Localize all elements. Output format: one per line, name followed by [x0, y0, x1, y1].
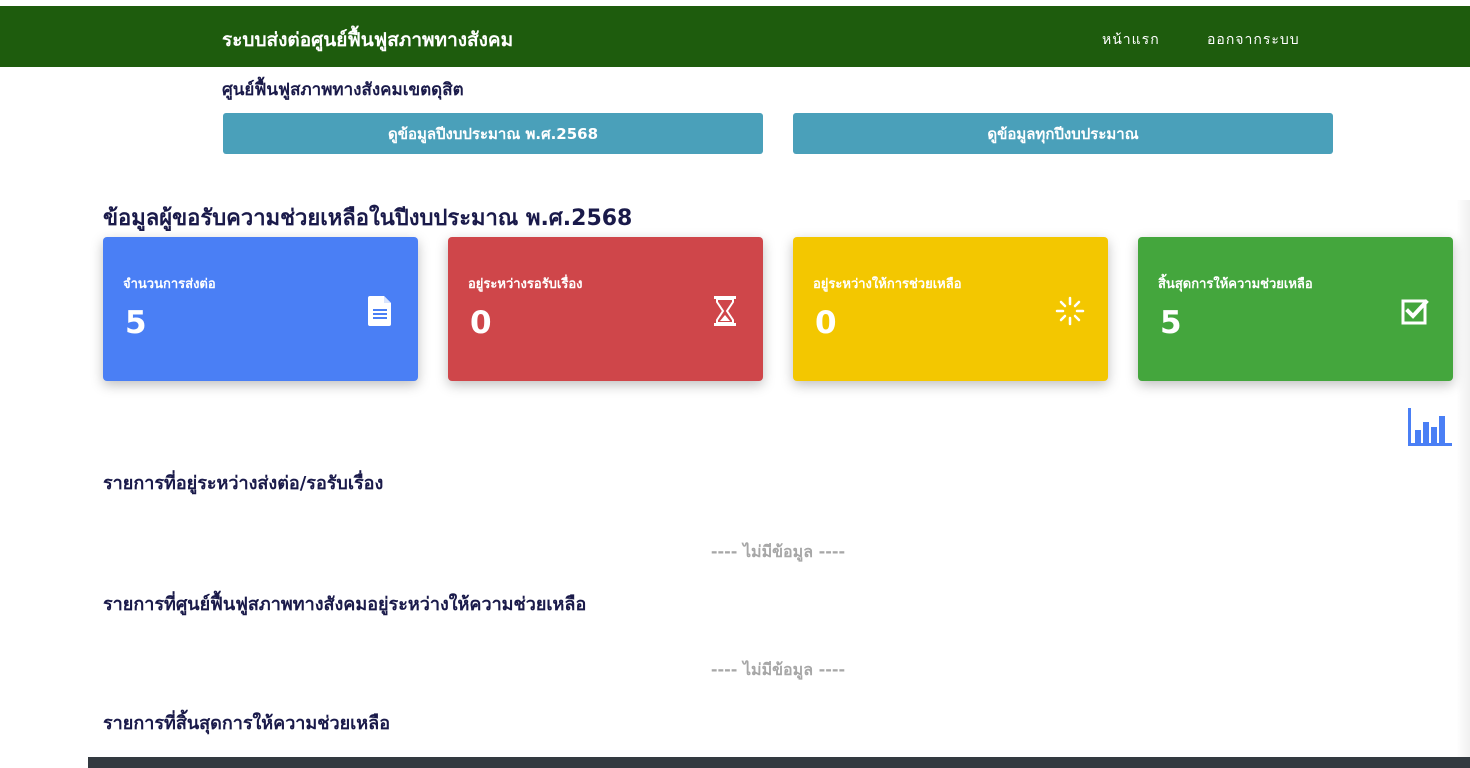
- section-title: ข้อมูลผู้ขอรับความช่วยเหลือในปีงบประมาณ …: [103, 206, 633, 231]
- nav-logout-link[interactable]: ออกจากระบบ: [1207, 29, 1300, 51]
- view-current-year-button[interactable]: ดูข้อมูลปีงบประมาณ พ.ศ.2568: [223, 113, 763, 154]
- card-label: จำนวนการส่งต่อ: [123, 277, 216, 292]
- table-header-bar: [88, 757, 1470, 768]
- card-label: สิ้นสุดการให้ความช่วยเหลือ: [1158, 277, 1313, 292]
- completed-assistance-card: สิ้นสุดการให้ความช่วยเหลือ 5: [1138, 237, 1453, 381]
- document-icon: [368, 296, 391, 326]
- hourglass-icon: [714, 296, 736, 326]
- in-assistance-empty-message: ---- ไม่มีข้อมูล ----: [710, 660, 846, 679]
- pending-list-heading: รายการที่อยู่ระหว่างส่งต่อ/รอรับเรื่อง: [103, 473, 384, 494]
- scroll-shadow: [1456, 200, 1470, 757]
- center-name: ศูนย์ฟื้นฟูสภาพทางสังคมเขตดุสิต: [222, 80, 464, 100]
- card-label: อยู่ระหว่างรอรับเรื่อง: [468, 277, 583, 292]
- top-navbar: ระบบส่งต่อศูนย์ฟื้นฟูสภาพทางสังคม หน้าแร…: [0, 6, 1470, 67]
- card-value: 0: [470, 305, 492, 341]
- card-value: 0: [815, 305, 837, 341]
- referral-count-card: จำนวนการส่งต่อ 5: [103, 237, 418, 381]
- app-title[interactable]: ระบบส่งต่อศูนย์ฟื้นฟูสภาพทางสังคม: [222, 25, 513, 55]
- in-assistance-list-heading: รายการที่ศูนย์ฟื้นฟูสภาพทางสังคมอยู่ระหว…: [103, 594, 587, 615]
- checkbox-icon: [1401, 299, 1429, 325]
- card-value: 5: [125, 305, 147, 341]
- in-assistance-card: อยู่ระหว่างให้การช่วยเหลือ 0: [793, 237, 1108, 381]
- completed-list-heading: รายการที่สิ้นสุดการให้ความช่วยเหลือ: [103, 713, 391, 734]
- pending-empty-message: ---- ไม่มีข้อมูล ----: [710, 542, 846, 561]
- pending-acceptance-card: อยู่ระหว่างรอรับเรื่อง 0: [448, 237, 763, 381]
- view-all-years-button[interactable]: ดูข้อมูลทุกปีงบประมาณ: [793, 113, 1333, 154]
- card-label: อยู่ระหว่างให้การช่วยเหลือ: [813, 277, 962, 292]
- nav-home-link[interactable]: หน้าแรก: [1102, 29, 1160, 51]
- bar-chart-icon[interactable]: [1406, 406, 1454, 448]
- spinner-icon: [1055, 296, 1085, 326]
- card-value: 5: [1160, 305, 1182, 341]
